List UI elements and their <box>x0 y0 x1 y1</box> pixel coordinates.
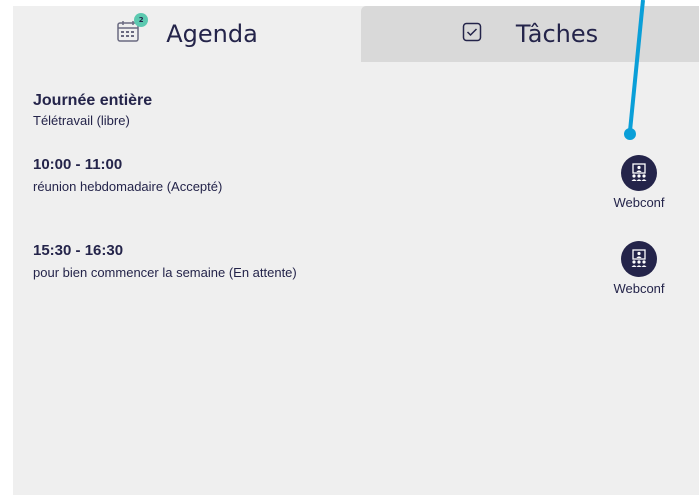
calendar-icon: 2 <box>116 13 149 45</box>
tab-tasks-label: Tâches <box>515 20 599 48</box>
event-time: 15:30 - 16:30 <box>33 242 124 259</box>
all-day-section: Journée entière Télétravail (libre) <box>33 92 152 128</box>
webconf-button[interactable]: Webconf <box>599 241 679 296</box>
notification-badge: 2 <box>134 13 149 27</box>
tab-tasks[interactable]: Tâches <box>361 6 699 62</box>
webconf-icon <box>621 241 657 277</box>
all-day-status: Télétravail (libre) <box>33 113 130 128</box>
event-item[interactable]: 10:00 - 11:00 réunion hebdomadaire (Acce… <box>33 155 683 216</box>
webconf-icon <box>621 155 657 191</box>
event-description: pour bien commencer la semaine (En atten… <box>33 265 297 280</box>
tab-agenda[interactable]: 2 Agenda <box>13 6 361 62</box>
agenda-panel: 2 Agenda Tâches Journée entière Télétrav… <box>13 6 699 495</box>
tab-bar: 2 Agenda Tâches <box>13 6 699 62</box>
tab-agenda-label: Agenda <box>166 20 258 48</box>
event-description: réunion hebdomadaire (Accepté) <box>33 179 223 194</box>
webconf-button[interactable]: Webconf <box>599 155 679 210</box>
event-item[interactable]: 15:30 - 16:30 pour bien commencer la sem… <box>33 241 683 302</box>
all-day-title: Journée entière <box>33 92 153 109</box>
checkbox-icon <box>462 22 482 46</box>
webconf-label: Webconf <box>613 195 665 210</box>
webconf-label: Webconf <box>613 281 665 296</box>
event-time: 10:00 - 11:00 <box>33 156 123 173</box>
